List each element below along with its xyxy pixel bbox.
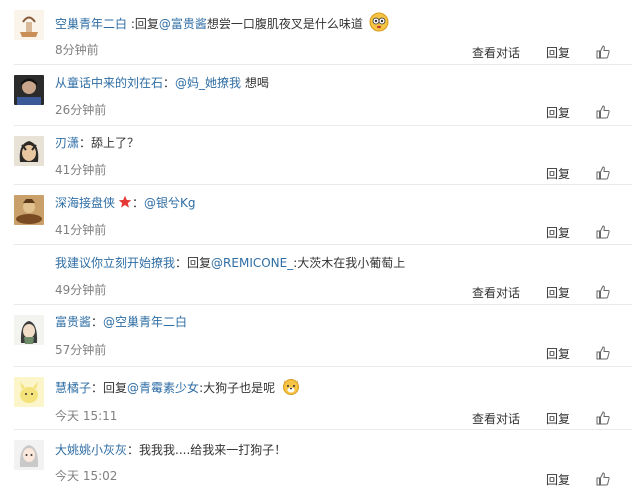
user-nickname[interactable]: 大姚姚小灰灰 xyxy=(55,443,127,457)
reply-link[interactable]: 回复 xyxy=(546,104,570,121)
star-badge-icon[interactable] xyxy=(118,195,132,214)
thumbs-up-icon[interactable] xyxy=(596,411,610,425)
mention-link[interactable]: @青霉素少女 xyxy=(127,381,199,395)
avatar[interactable] xyxy=(14,136,44,166)
comment-line: 慧橘子：回复@青霉素少女:大狗子也是呢 xyxy=(55,376,301,401)
thumbs-up-icon[interactable] xyxy=(596,346,610,360)
comment-text: 我我我....给我来一打狗子！ xyxy=(139,443,287,457)
comment-line: 刃潇：舔上了？ xyxy=(55,134,139,152)
comment-time: 8分钟前 xyxy=(55,43,99,57)
comment-actions: 回复 xyxy=(546,470,610,488)
comment-actions: 查看对话 回复 xyxy=(472,43,610,61)
reply-link[interactable]: 回复 xyxy=(546,44,570,61)
comment-actions: 回复 xyxy=(546,164,610,182)
reply-link[interactable]: 回复 xyxy=(546,471,570,488)
reply-link[interactable]: 回复 xyxy=(546,284,570,301)
comment-item: 空巢青年二白 :回复@富贵酱想尝一口腹肌夜叉是什么味道 8分钟前 查看对话 回复 xyxy=(0,0,632,65)
reply-link[interactable]: 回复 xyxy=(546,410,570,427)
avatar[interactable] xyxy=(14,440,44,470)
comment-line: 我建议你立刻开始撩我：回复@REMICONE_:大茨木在我小葡萄上 xyxy=(55,254,405,272)
comment-actions: 查看对话 回复 xyxy=(472,283,610,301)
colon: ： xyxy=(175,256,188,270)
comment-text: :大狗子也是呢 xyxy=(199,381,276,395)
view-conversation-link[interactable]: 查看对话 xyxy=(472,284,520,301)
user-nickname[interactable]: 深海接盘侠 xyxy=(55,196,115,210)
comment-text: 想尝一口腹肌夜叉是什么味道 xyxy=(206,17,363,31)
user-nickname[interactable]: 刃潇 xyxy=(55,136,79,150)
comment-time: 49分钟前 xyxy=(55,283,107,297)
reply-word: 回复 xyxy=(103,381,128,395)
comment-text: 舔上了？ xyxy=(91,136,140,150)
avatar[interactable] xyxy=(14,10,44,40)
comment-line: 从童话中来的刘在石：@妈_她撩我 想喝 xyxy=(55,74,269,92)
colon: ： xyxy=(163,76,176,90)
comment-item: 从童话中来的刘在石：@妈_她撩我 想喝 26分钟前 回复 xyxy=(0,65,632,126)
comment-time: 41分钟前 xyxy=(55,223,107,237)
avatar[interactable] xyxy=(14,75,44,105)
comment-time: 今天 15:11 xyxy=(55,409,118,423)
comment-line: 深海接盘侠 ：@银兮Kg xyxy=(55,194,196,214)
comment-time: 57分钟前 xyxy=(55,343,107,357)
colon: ： xyxy=(91,381,104,395)
comment-line: 大姚姚小灰灰：我我我....给我来一打狗子！ xyxy=(55,441,286,459)
avatar[interactable] xyxy=(14,377,44,407)
mention-link[interactable]: @REMICONE_ xyxy=(211,256,293,270)
thumbs-up-icon[interactable] xyxy=(596,285,610,299)
comment-time: 今天 15:02 xyxy=(55,469,118,483)
avatar[interactable] xyxy=(14,195,44,225)
comment-item: 深海接盘侠 ：@银兮Kg 41分钟前 回复 xyxy=(0,185,632,245)
comment-line: 空巢青年二白 :回复@富贵酱想尝一口腹肌夜叉是什么味道 xyxy=(55,12,389,37)
colon: ： xyxy=(127,443,140,457)
reply-word: 回复 xyxy=(187,256,212,270)
colon: ： xyxy=(79,136,92,150)
mention-link[interactable]: @妈_她撩我 xyxy=(175,76,241,90)
user-nickname[interactable]: 富贵酱 xyxy=(55,315,91,329)
colon: ： xyxy=(132,196,145,210)
comment-item: 慧橘子：回复@青霉素少女:大狗子也是呢 今天 15:11 查看对话 回复 xyxy=(0,367,632,430)
reply-link[interactable]: 回复 xyxy=(546,345,570,362)
colon: ： xyxy=(91,315,104,329)
comment-line: 富贵酱：@空巢青年二白 xyxy=(55,313,187,331)
comment-text: :大茨木在我小葡萄上 xyxy=(293,256,406,270)
comment-time: 26分钟前 xyxy=(55,103,107,117)
thumbs-up-icon[interactable] xyxy=(596,225,610,239)
avatar[interactable] xyxy=(14,315,44,345)
mention-link[interactable]: @富贵酱 xyxy=(159,17,207,31)
thumbs-up-icon[interactable] xyxy=(596,472,610,486)
user-nickname[interactable]: 空巢青年二白 xyxy=(55,17,127,31)
user-nickname[interactable]: 慧橘子 xyxy=(55,381,91,395)
user-nickname[interactable]: 我建议你立刻开始撩我 xyxy=(55,256,175,270)
reply-word: 回复 xyxy=(134,17,159,31)
view-conversation-link[interactable]: 查看对话 xyxy=(472,410,520,427)
comment-time: 41分钟前 xyxy=(55,163,107,177)
comment-item: 刃潇：舔上了？ 41分钟前 回复 xyxy=(0,126,632,185)
comment-item: 大姚姚小灰灰：我我我....给我来一打狗子！ 今天 15:02 回复 xyxy=(0,430,632,490)
thumbs-up-icon[interactable] xyxy=(596,166,610,180)
comment-text: 想喝 xyxy=(244,76,269,90)
comment-actions: 回复 xyxy=(546,103,610,121)
face-emoji-icon xyxy=(369,12,389,37)
user-nickname[interactable]: 从童话中来的刘在石 xyxy=(55,76,163,90)
comment-actions: 回复 xyxy=(546,344,610,362)
reply-link[interactable]: 回复 xyxy=(546,224,570,241)
thumbs-up-icon[interactable] xyxy=(596,105,610,119)
reply-link[interactable]: 回复 xyxy=(546,165,570,182)
mention-link[interactable]: @空巢青年二白 xyxy=(103,315,187,329)
comment-item: 富贵酱：@空巢青年二白 57分钟前 回复 xyxy=(0,305,632,367)
dog-emoji-icon xyxy=(281,376,301,401)
thumbs-up-icon[interactable] xyxy=(596,45,610,59)
mention-link[interactable]: @银兮Kg xyxy=(144,196,196,210)
comment-actions: 回复 xyxy=(546,223,610,241)
view-conversation-link[interactable]: 查看对话 xyxy=(472,44,520,61)
comment-actions: 查看对话 回复 xyxy=(472,409,610,427)
comment-item: 我建议你立刻开始撩我：回复@REMICONE_:大茨木在我小葡萄上 49分钟前 … xyxy=(0,245,632,305)
